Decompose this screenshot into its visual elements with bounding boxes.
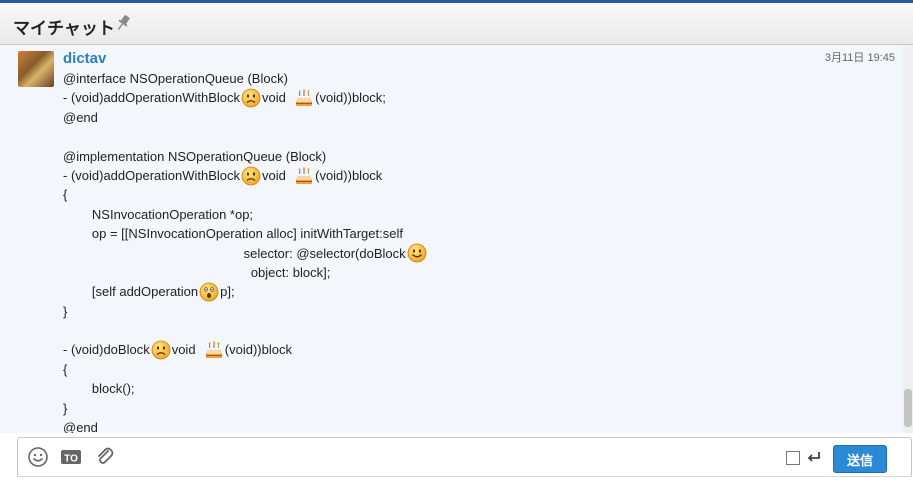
message-timestamp: 3月11日 19:45 bbox=[824, 52, 895, 64]
message-text: void bbox=[171, 342, 203, 358]
message-text: p]; bbox=[220, 284, 235, 300]
birthday-cake-emoticon-icon bbox=[204, 340, 224, 360]
message-line: op = [[NSInvocationOperation alloc] init… bbox=[63, 224, 428, 243]
message-text: void bbox=[262, 90, 294, 106]
message-text: [self addOperation bbox=[63, 284, 199, 300]
message-text: selector: @selector(doBlock bbox=[63, 245, 406, 261]
message-text: op = [[NSInvocationOperation alloc] init… bbox=[63, 226, 403, 242]
enter-to-send-checkbox[interactable] bbox=[786, 451, 800, 465]
message-text: - (void)doBlock bbox=[63, 342, 150, 358]
message-text: block(); bbox=[63, 381, 135, 397]
enter-icon bbox=[806, 449, 822, 465]
sad-face-emoticon-icon bbox=[241, 166, 261, 186]
message-text: @interface NSOperationQueue (Block) bbox=[63, 71, 288, 86]
message-text: (void))block; bbox=[315, 90, 386, 106]
message-line: @interface NSOperationQueue (Block) bbox=[63, 69, 428, 88]
message-text: { bbox=[63, 187, 68, 203]
smiley-icon[interactable] bbox=[27, 446, 49, 468]
paperclip-icon[interactable] bbox=[94, 446, 116, 468]
message-text: @implementation NSOperationQueue (Block) bbox=[63, 148, 327, 164]
to-label: TO bbox=[64, 454, 78, 465]
message-text: @end bbox=[63, 109, 98, 125]
scrollbar-thumb[interactable] bbox=[904, 389, 912, 427]
message-text: { bbox=[63, 361, 68, 377]
message-username[interactable]: dictav bbox=[63, 50, 106, 67]
birthday-cake-emoticon-icon bbox=[294, 166, 314, 186]
message-line: selector: @selector(doBlock bbox=[63, 243, 428, 263]
message-line: @end bbox=[63, 108, 428, 127]
message-line: - (void)addOperationWithBlock void (void)… bbox=[63, 166, 428, 186]
message-text: } bbox=[63, 400, 68, 416]
message-line: { bbox=[63, 360, 428, 379]
smile-emoticon-icon bbox=[407, 243, 427, 263]
message-text: - (void)addOperationWithBlock bbox=[63, 167, 241, 183]
sad-face-emoticon-icon bbox=[241, 88, 261, 108]
message-text: void bbox=[262, 167, 294, 183]
message-text: } bbox=[63, 303, 68, 319]
message-text: (void))block bbox=[315, 167, 383, 183]
sad-face-emoticon-icon bbox=[151, 340, 171, 360]
chat-timeline[interactable]: dictav 3月11日 19:45 @interface NSOperatio… bbox=[0, 45, 913, 433]
message-text: @end bbox=[63, 420, 98, 433]
message-line: @implementation NSOperationQueue (Block) bbox=[63, 147, 428, 166]
message-line: object: block]; bbox=[63, 263, 428, 282]
message-body: @interface NSOperationQueue (Block) - (vo… bbox=[63, 69, 428, 433]
message-text: NSInvocationOperation *op; bbox=[63, 206, 254, 222]
timeline-scrollbar[interactable] bbox=[903, 45, 913, 433]
birthday-cake-emoticon-icon bbox=[294, 88, 314, 108]
pin-icon[interactable] bbox=[114, 13, 132, 33]
send-button[interactable]: 送信 bbox=[833, 445, 887, 473]
surprised-emoticon-icon bbox=[199, 282, 219, 302]
message-text: (void))block bbox=[224, 342, 292, 358]
message-line: { bbox=[63, 185, 428, 204]
chat-title: マイチャット bbox=[13, 19, 115, 38]
message-line: @end bbox=[63, 418, 428, 433]
message-line: [self addOperation p]; bbox=[63, 282, 428, 302]
message-text: - (void)addOperationWithBlock bbox=[63, 90, 241, 106]
chat-header: マイチャット bbox=[0, 3, 913, 45]
avatar[interactable] bbox=[18, 51, 54, 87]
chat-input-toolbar: TO 送信 bbox=[17, 437, 912, 478]
message-line: } bbox=[63, 302, 428, 321]
message-line: NSInvocationOperation *op; bbox=[63, 205, 428, 224]
message-line bbox=[63, 127, 428, 146]
to-icon[interactable]: TO bbox=[60, 446, 82, 468]
message-text: object: block]; bbox=[63, 264, 331, 280]
message-line: - (void)addOperationWithBlock void (void)… bbox=[63, 88, 428, 108]
message-line: } bbox=[63, 399, 428, 418]
message-line: - (void)doBlock void (void))block bbox=[63, 340, 428, 360]
message-line: block(); bbox=[63, 379, 428, 398]
message-line bbox=[63, 321, 428, 340]
